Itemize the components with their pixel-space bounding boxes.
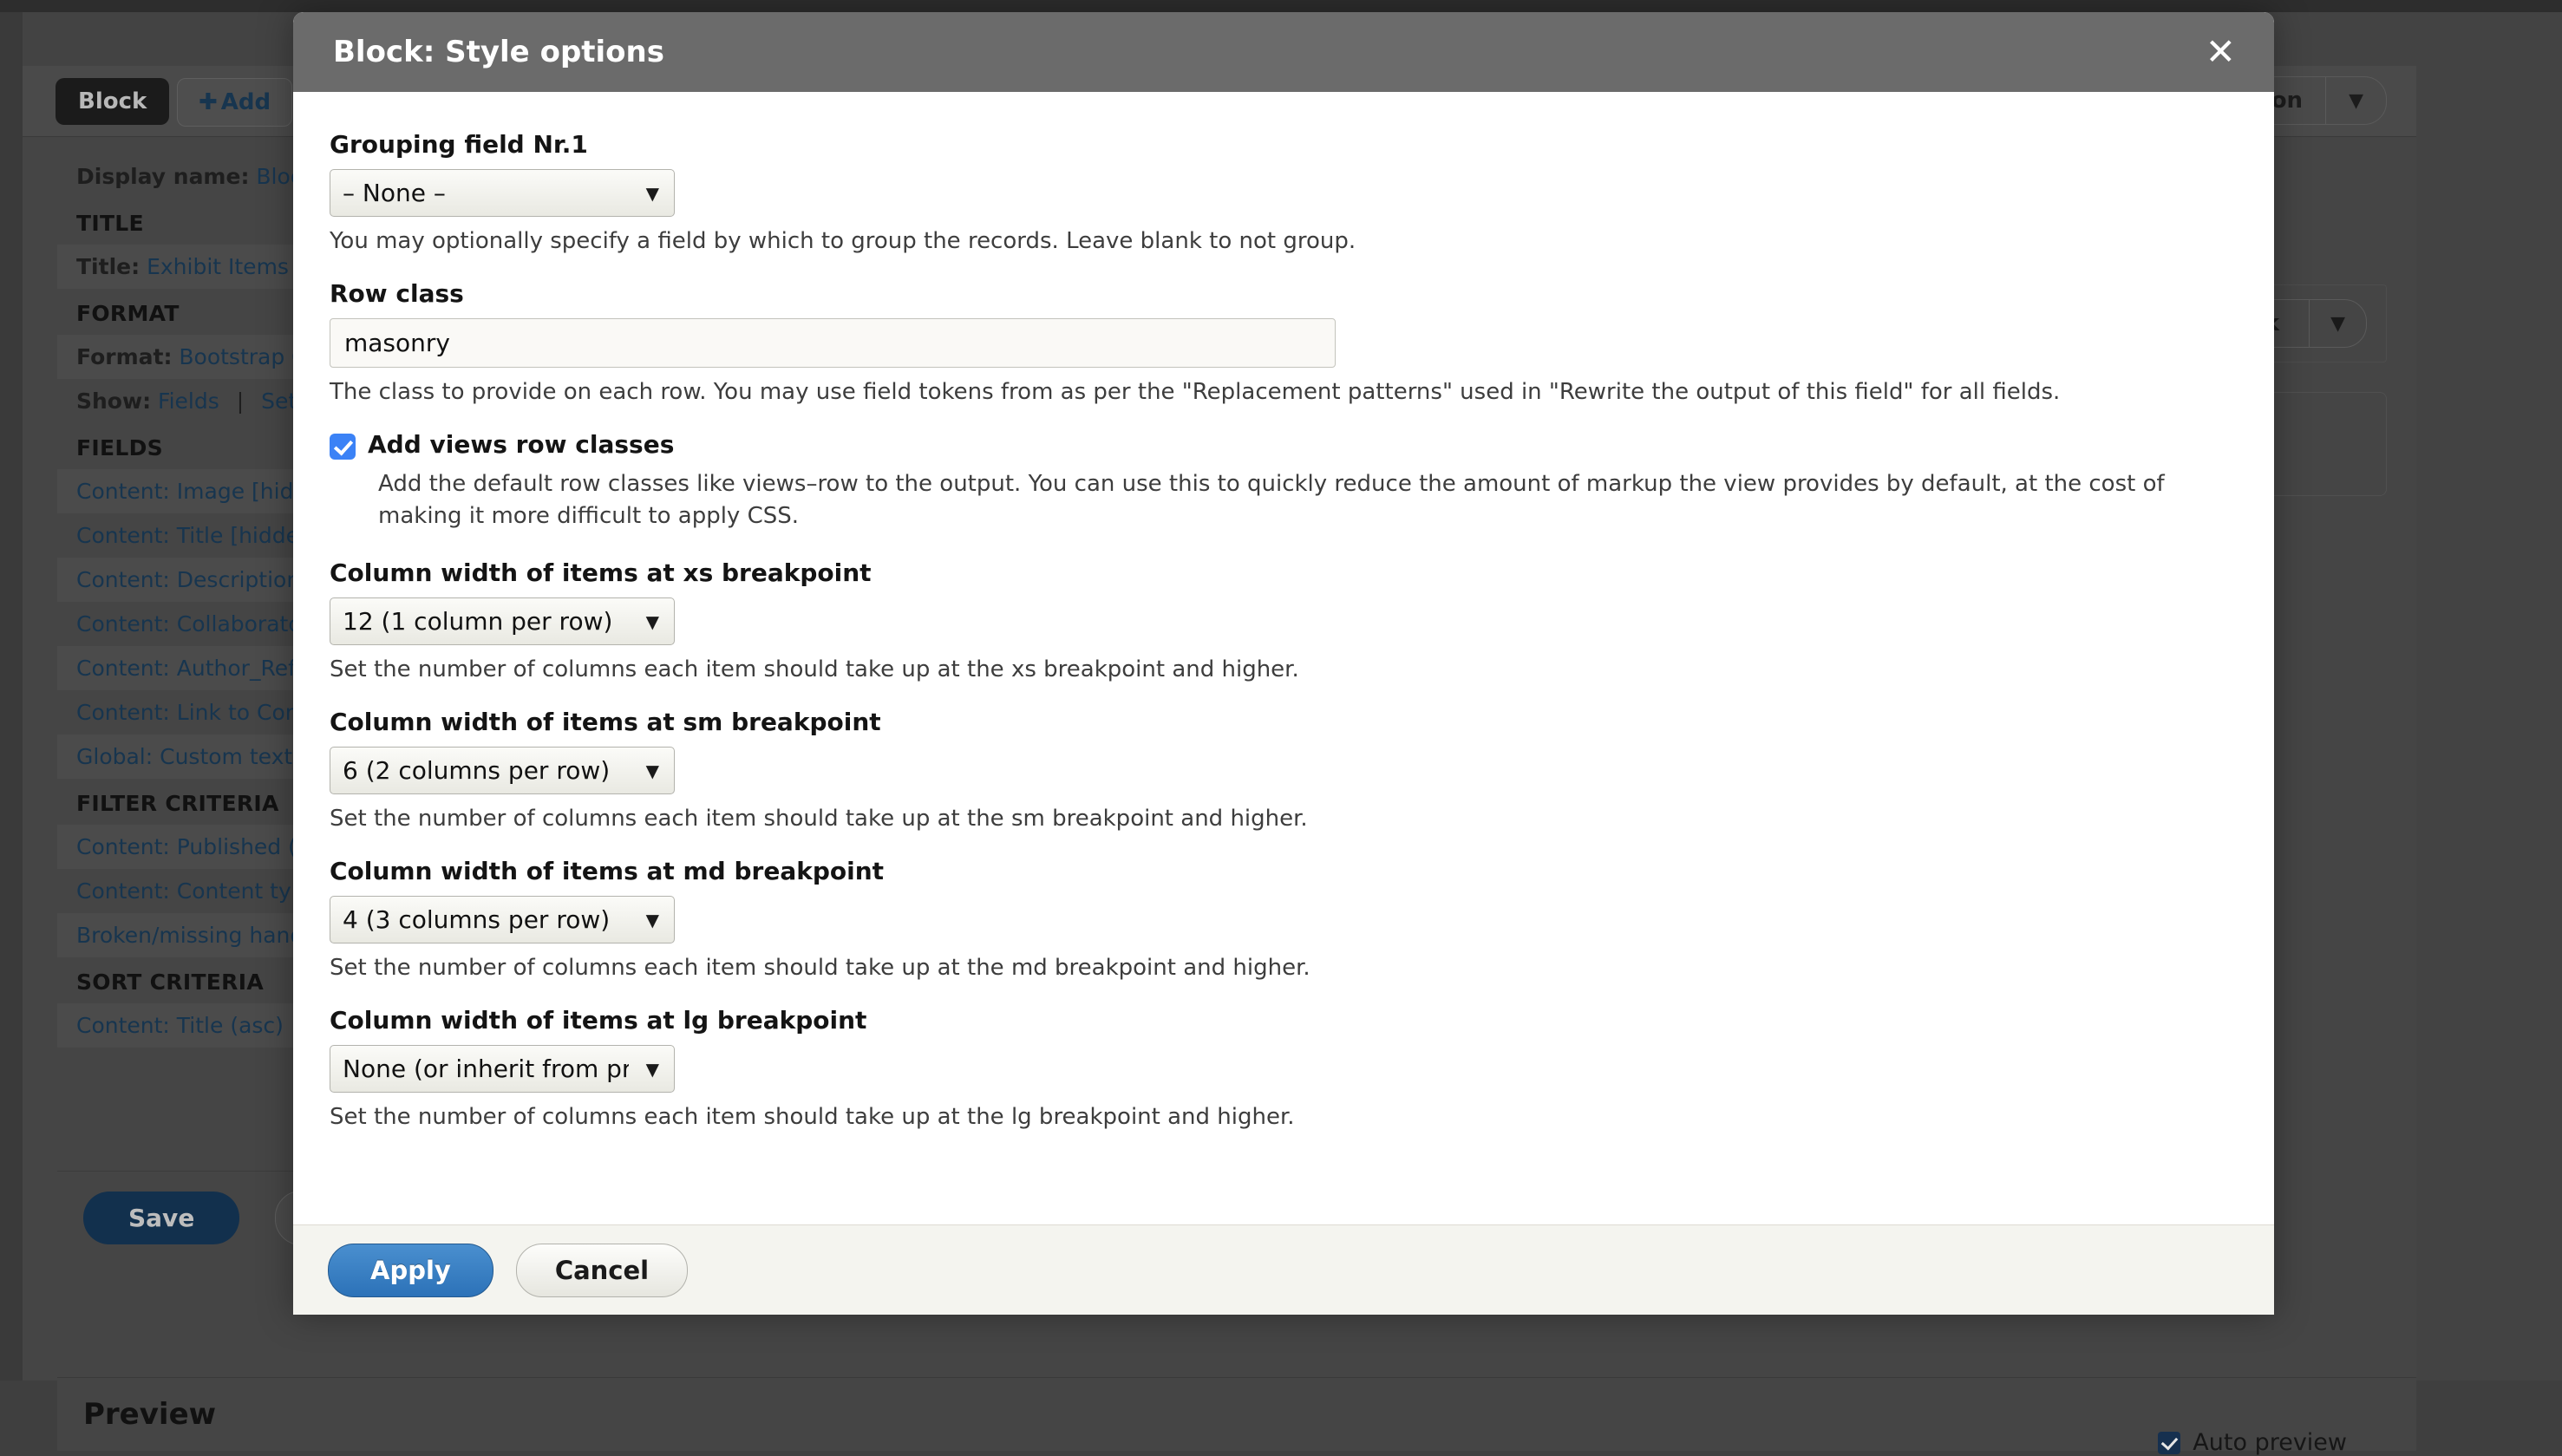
display-tab-label: Block: [78, 88, 147, 114]
grouping-field-select[interactable]: – None –: [330, 169, 675, 217]
close-icon[interactable]: ✕: [2206, 34, 2236, 70]
field-column-width-lg: Column width of items at lg breakpoint N…: [330, 1006, 2238, 1133]
add-views-row-classes-row[interactable]: Add views row classes: [330, 430, 2238, 460]
grouping-field-label: Grouping field Nr.1: [330, 130, 2238, 159]
column-width-xs-select-wrap: 12 (1 column per row) ▼: [330, 597, 675, 645]
format-label: Format:: [76, 344, 172, 369]
column-width-lg-description: Set the number of columns each item shou…: [330, 1102, 2238, 1133]
column-width-sm-select-wrap: 6 (2 columns per row) ▼: [330, 747, 675, 794]
modal-title: Block: Style options: [333, 35, 664, 69]
auto-preview-checkbox[interactable]: [2158, 1432, 2180, 1454]
column-width-xs-select[interactable]: 12 (1 column per row): [330, 597, 675, 645]
browser-top-strip: [0, 0, 2562, 12]
show-separator: |: [226, 388, 254, 414]
row-class-input[interactable]: [330, 318, 1336, 368]
column-width-lg-select-wrap: None (or inherit from previous) ▼: [330, 1045, 675, 1093]
modal-header: Block: Style options ✕: [293, 12, 2274, 92]
column-width-sm-description: Set the number of columns each item shou…: [330, 804, 2238, 834]
column-width-lg-select[interactable]: None (or inherit from previous): [330, 1045, 675, 1093]
add-views-row-classes-checkbox[interactable]: [330, 434, 356, 460]
field-grouping-field-1: Grouping field Nr.1 – None – ▼ You may o…: [330, 130, 2238, 257]
auto-preview-label: Auto preview: [2193, 1429, 2347, 1456]
field-column-width-sm: Column width of items at sm breakpoint 6…: [330, 708, 2238, 834]
page-left-edge: [0, 12, 23, 1381]
add-display-button[interactable]: ✚Add: [177, 78, 292, 127]
add-views-row-classes-label: Add views row classes: [368, 430, 674, 459]
auto-preview-toggle[interactable]: Auto preview: [2158, 1429, 2347, 1456]
apply-button[interactable]: Apply: [328, 1244, 493, 1297]
modal-cancel-button[interactable]: Cancel: [516, 1244, 688, 1297]
row-class-description: The class to provide on each row. You ma…: [330, 377, 2238, 408]
display-tab-block[interactable]: Block: [56, 78, 169, 125]
field-row-class: Row class The class to provide on each r…: [330, 279, 2238, 408]
save-button[interactable]: Save: [83, 1192, 239, 1244]
show-label: Show:: [76, 388, 151, 414]
column-width-md-select[interactable]: 4 (3 columns per row): [330, 896, 675, 943]
column-width-md-label: Column width of items at md breakpoint: [330, 857, 2238, 885]
column-width-sm-label: Column width of items at sm breakpoint: [330, 708, 2238, 736]
display-name-label: Display name:: [76, 164, 249, 189]
field-column-width-xs: Column width of items at xs breakpoint 1…: [330, 558, 2238, 685]
modal-body: Grouping field Nr.1 – None – ▼ You may o…: [293, 92, 2274, 1143]
plus-icon: ✚: [199, 89, 218, 115]
grouping-field-select-wrap: – None – ▼: [330, 169, 675, 217]
add-views-row-classes-description: Add the default row classes like views–r…: [378, 468, 2238, 532]
modal-footer: Apply Cancel: [293, 1224, 2274, 1315]
chevron-down-icon[interactable]: ▼: [2310, 300, 2366, 347]
column-width-lg-label: Column width of items at lg breakpoint: [330, 1006, 2238, 1035]
chevron-down-icon[interactable]: ▼: [2326, 77, 2386, 124]
title-label: Title:: [76, 254, 140, 279]
column-width-xs-label: Column width of items at xs breakpoint: [330, 558, 2238, 587]
column-width-xs-description: Set the number of columns each item shou…: [330, 655, 2238, 685]
show-fields-link[interactable]: Fields: [158, 388, 219, 414]
field-column-width-md: Column width of items at md breakpoint 4…: [330, 857, 2238, 983]
column-width-sm-select[interactable]: 6 (2 columns per row): [330, 747, 675, 794]
style-options-modal: Block: Style options ✕ Grouping field Nr…: [293, 12, 2274, 1315]
column-width-md-description: Set the number of columns each item shou…: [330, 953, 2238, 983]
field-add-views-row-classes: Add views row classes Add the default ro…: [330, 430, 2238, 532]
title-value[interactable]: Exhibit Items: [147, 254, 289, 279]
preview-heading: Preview: [57, 1377, 2416, 1451]
grouping-field-description: You may optionally specify a field by wh…: [330, 226, 2238, 257]
column-width-md-select-wrap: 4 (3 columns per row) ▼: [330, 896, 675, 943]
add-display-label: Add: [221, 89, 271, 115]
row-class-label: Row class: [330, 279, 2238, 308]
